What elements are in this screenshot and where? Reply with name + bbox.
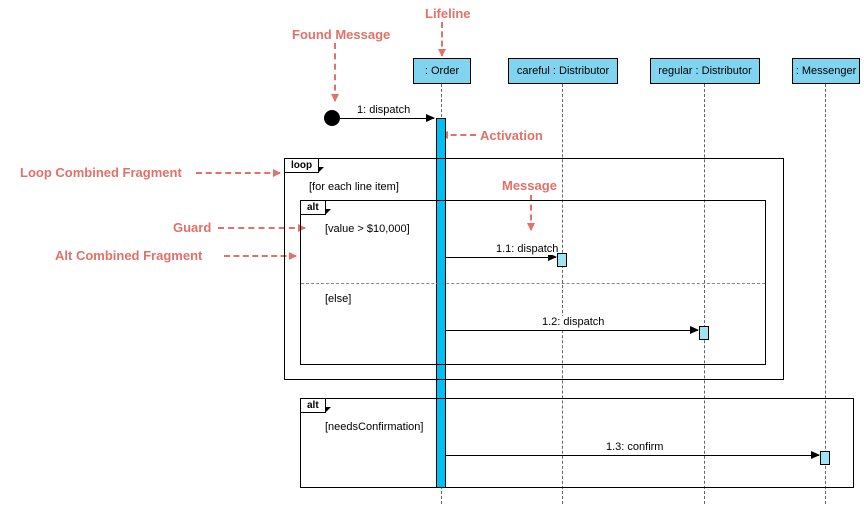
found-origin-icon xyxy=(324,110,340,126)
lifeline-box-regular: regular : Distributor xyxy=(650,58,760,84)
message-1-2 xyxy=(446,330,698,331)
guard-alt1-2: [else] xyxy=(325,293,351,305)
activation-regular xyxy=(699,326,709,340)
activation-careful xyxy=(557,253,567,267)
message-1-3 xyxy=(446,455,819,456)
fragment-label-loop: loop xyxy=(285,159,319,173)
lifeline-box-order: : Order xyxy=(413,58,471,84)
arrow-icon xyxy=(441,134,476,136)
annotation-activation: Activation xyxy=(480,128,543,143)
message-label-1-3: 1.3: confirm xyxy=(604,441,665,453)
annotation-alt: Alt Combined Fragment xyxy=(55,248,202,263)
message-1-1 xyxy=(446,257,556,258)
divider xyxy=(301,283,765,284)
arrow-icon xyxy=(441,22,443,56)
annotation-loop: Loop Combined Fragment xyxy=(20,165,182,180)
guard-loop: [for each line item] xyxy=(309,181,399,193)
sequence-diagram: Lifeline Found Message Activation Loop C… xyxy=(0,0,864,514)
fragment-alt1: alt [value > $10,000] [else] xyxy=(300,200,766,365)
annotation-guard: Guard xyxy=(173,220,211,235)
annotation-found-message: Found Message xyxy=(292,27,390,42)
arrow-icon xyxy=(334,43,336,101)
message-label-1-1: 1.1: dispatch xyxy=(494,243,560,255)
lifeline-box-messenger: : Messenger xyxy=(792,58,860,84)
fragment-label-alt2: alt xyxy=(301,399,326,413)
lifeline-box-careful: careful : Distributor xyxy=(508,58,618,84)
guard-alt1-1: [value > $10,000] xyxy=(325,223,410,235)
annotation-lifeline: Lifeline xyxy=(425,6,471,21)
guard-alt2: [needsConfirmation] xyxy=(325,421,423,433)
fragment-alt2: alt [needsConfirmation] xyxy=(300,398,854,488)
activation-messenger xyxy=(820,451,830,465)
fragment-label-alt1: alt xyxy=(301,201,326,215)
message-label-1-2: 1.2: dispatch xyxy=(540,316,606,328)
arrow-icon xyxy=(196,172,280,174)
message-found xyxy=(340,118,434,119)
message-label-1: 1: dispatch xyxy=(355,104,412,116)
